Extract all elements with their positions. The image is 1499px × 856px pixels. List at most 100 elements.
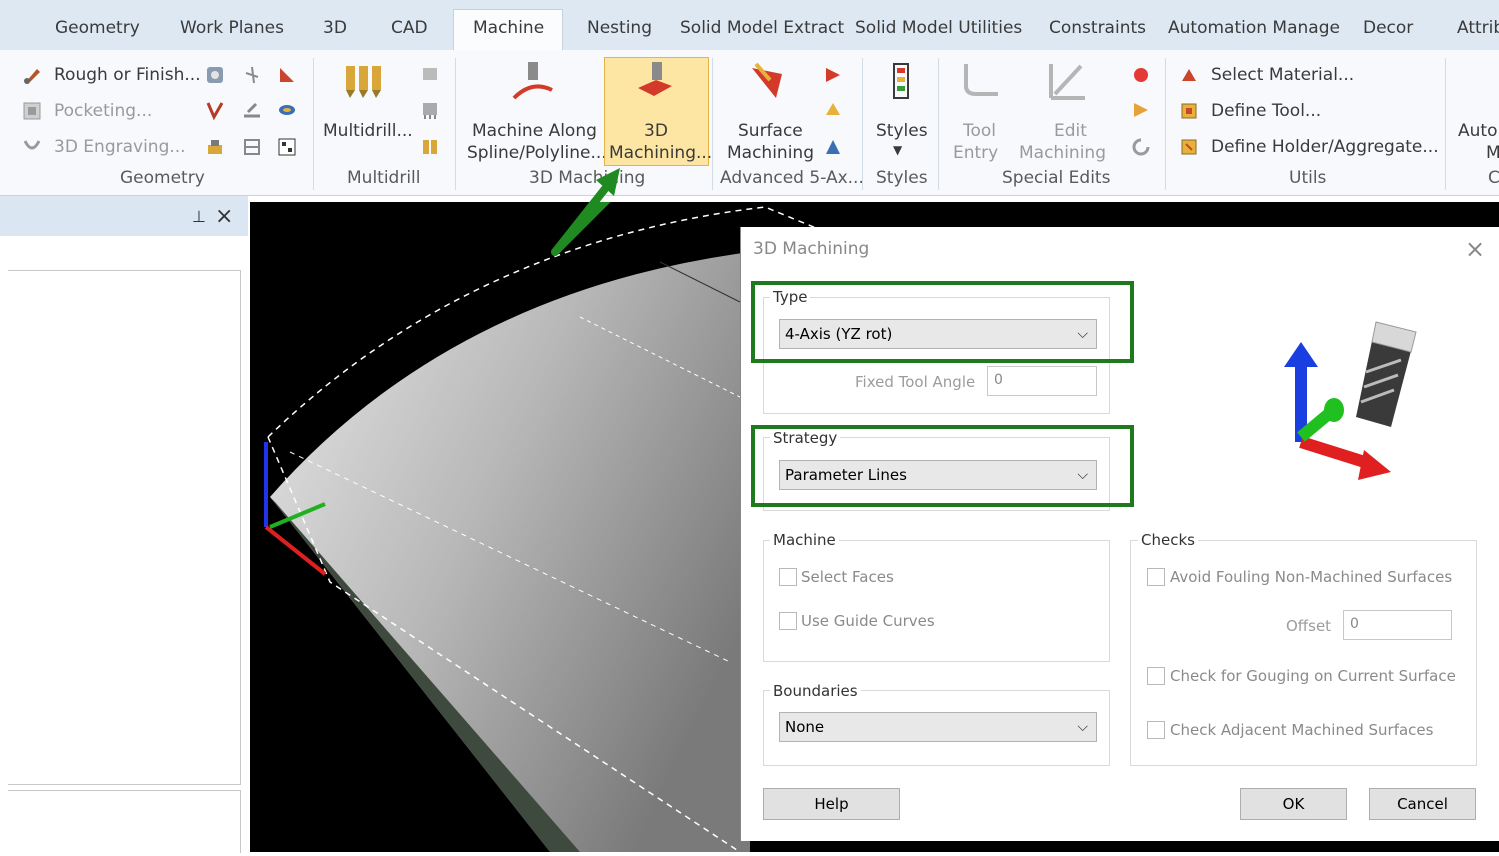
help-button[interactable]: Help xyxy=(763,788,900,820)
left-panel-header xyxy=(0,196,248,236)
panel-close-icon[interactable]: × xyxy=(215,204,233,229)
offset-input[interactable]: 0 xyxy=(1343,610,1452,640)
ribbon-separator xyxy=(862,58,863,190)
3d-engraving-button[interactable]: 3D Engraving... xyxy=(54,137,186,157)
ribbon-separator xyxy=(313,58,314,190)
define-tool-icon xyxy=(1181,103,1197,119)
select-material-button[interactable]: Select Material... xyxy=(1211,65,1354,85)
3d-machining-label-1: 3D xyxy=(644,121,668,141)
chevron-down-icon: ⌵ xyxy=(1077,719,1088,735)
record-icon[interactable] xyxy=(1131,65,1151,85)
annotation-arrow-icon xyxy=(551,168,620,256)
tab-nesting[interactable]: Nesting xyxy=(587,18,652,38)
geometry-tool-8-icon[interactable] xyxy=(242,137,262,157)
type-highlight-box xyxy=(751,281,1134,363)
styles-button[interactable]: Styles xyxy=(876,121,928,141)
geometry-tool-6-icon[interactable] xyxy=(277,100,297,120)
group-label-multidrill: Multidrill xyxy=(347,168,421,188)
offset-label: Offset xyxy=(1286,617,1332,635)
cancel-button[interactable]: Cancel xyxy=(1369,788,1476,820)
tab-geometry[interactable]: Geometry xyxy=(55,18,140,38)
edit-machining-label-2[interactable]: Machining xyxy=(1019,143,1106,163)
axis-tool-illustration-icon xyxy=(1284,321,1417,480)
ribbon-separator xyxy=(1445,58,1446,190)
geometry-tool-2-icon[interactable] xyxy=(242,65,262,85)
3d-machining-icon xyxy=(638,62,672,96)
geometry-tool-5-icon[interactable] xyxy=(242,100,262,120)
check-gouging-label: Check for Gouging on Current Surface xyxy=(1170,667,1456,685)
rough-or-finish-button[interactable]: Rough or Finish... xyxy=(54,65,201,85)
geometry-tool-7-icon[interactable] xyxy=(205,137,225,157)
surface-machining-label-1[interactable]: Surface xyxy=(738,121,803,141)
tab-automation-manager[interactable]: Automation Manage xyxy=(1168,18,1340,38)
check-adjacent-checkbox[interactable] xyxy=(1147,721,1165,739)
pocketing-button[interactable]: Pocketing... xyxy=(54,101,152,121)
group-label-advanced: Advanced 5-Ax... xyxy=(720,168,864,188)
tab-attributes[interactable]: Attrib xyxy=(1457,18,1499,38)
select-faces-label: Select Faces xyxy=(801,568,894,586)
boundaries-select-value: None xyxy=(785,718,825,736)
multidrill-tool-1-icon[interactable] xyxy=(420,65,440,85)
avoid-fouling-checkbox[interactable] xyxy=(1147,568,1165,586)
ok-button[interactable]: OK xyxy=(1240,788,1347,820)
machine-group xyxy=(763,540,1110,662)
fixed-tool-angle-label: Fixed Tool Angle xyxy=(855,373,976,391)
select-material-icon xyxy=(1182,69,1196,81)
special-tool-2-icon[interactable] xyxy=(1131,100,1151,120)
multidrill-tool-3-icon[interactable] xyxy=(420,137,440,157)
surface-machining-label-2[interactable]: Machining xyxy=(727,143,814,163)
auto-label-1[interactable]: Auto xyxy=(1458,121,1497,141)
machine-along-spline-icon xyxy=(512,62,553,100)
define-tool-button[interactable]: Define Tool... xyxy=(1211,101,1321,121)
dialog-close-icon[interactable]: × xyxy=(1465,235,1485,263)
left-panel-lower xyxy=(8,790,241,853)
define-holder-button[interactable]: Define Holder/Aggregate... xyxy=(1211,137,1439,157)
machine-group-label: Machine xyxy=(770,531,839,549)
special-tool-3-icon[interactable] xyxy=(1131,137,1151,157)
edit-machining-icon xyxy=(1049,64,1085,100)
ribbon-separator xyxy=(712,58,713,190)
strategy-highlight-box xyxy=(751,425,1134,507)
tab-machine[interactable]: Machine xyxy=(473,18,544,38)
group-label-geometry: Geometry xyxy=(120,168,205,188)
check-gouging-checkbox[interactable] xyxy=(1147,667,1165,685)
select-faces-checkbox[interactable] xyxy=(779,568,797,586)
geometry-tool-4-icon[interactable] xyxy=(205,100,225,120)
pin-icon[interactable]: ⊥ xyxy=(192,207,206,226)
multidrill-tool-2-icon[interactable] xyxy=(420,100,440,120)
auto-label-2[interactable]: M xyxy=(1486,143,1499,163)
check-adjacent-label: Check Adjacent Machined Surfaces xyxy=(1170,721,1434,739)
left-panel-content xyxy=(8,270,241,785)
use-guide-curves-label: Use Guide Curves xyxy=(801,612,935,630)
use-guide-curves-checkbox[interactable] xyxy=(779,612,797,630)
geometry-tool-1-icon[interactable] xyxy=(205,65,225,85)
styles-dropdown-icon[interactable]: ▼ xyxy=(893,143,902,157)
geometry-tool-9-icon[interactable] xyxy=(277,137,297,157)
edit-machining-label-1[interactable]: Edit xyxy=(1054,121,1087,141)
pocketing-icon xyxy=(23,102,41,120)
geometry-tool-3-icon[interactable] xyxy=(277,65,297,85)
advanced-tool-2-icon[interactable] xyxy=(823,100,843,120)
ribbon-separator xyxy=(455,58,456,190)
checks-group-label: Checks xyxy=(1138,531,1198,549)
advanced-tool-1-icon[interactable] xyxy=(823,65,843,85)
ribbon-separator xyxy=(1165,58,1166,190)
tool-entry-label-2[interactable]: Entry xyxy=(953,143,998,163)
group-label-special-edits: Special Edits xyxy=(1002,168,1111,188)
tab-solid-model-extract[interactable]: Solid Model Extract xyxy=(680,18,844,38)
avoid-fouling-label: Avoid Fouling Non-Machined Surfaces xyxy=(1170,568,1453,586)
tab-work-planes[interactable]: Work Planes xyxy=(180,18,284,38)
tab-decor[interactable]: Decor xyxy=(1363,18,1413,38)
boundaries-select[interactable]: None ⌵ xyxy=(779,712,1097,742)
tab-solid-model-utilities[interactable]: Solid Model Utilities xyxy=(855,18,1022,38)
advanced-tool-3-icon[interactable] xyxy=(823,137,843,157)
fixed-tool-angle-input[interactable]: 0 xyxy=(987,366,1097,396)
tab-cad[interactable]: CAD xyxy=(391,18,428,38)
machine-along-label-1[interactable]: Machine Along xyxy=(472,121,597,141)
styles-icon xyxy=(893,63,909,99)
tab-3d[interactable]: 3D xyxy=(323,18,347,38)
tool-entry-label-1[interactable]: Tool xyxy=(963,121,996,141)
multidrill-button[interactable]: Multidrill... xyxy=(323,121,413,141)
tab-constraints[interactable]: Constraints xyxy=(1049,18,1146,38)
ribbon-separator xyxy=(938,58,939,190)
